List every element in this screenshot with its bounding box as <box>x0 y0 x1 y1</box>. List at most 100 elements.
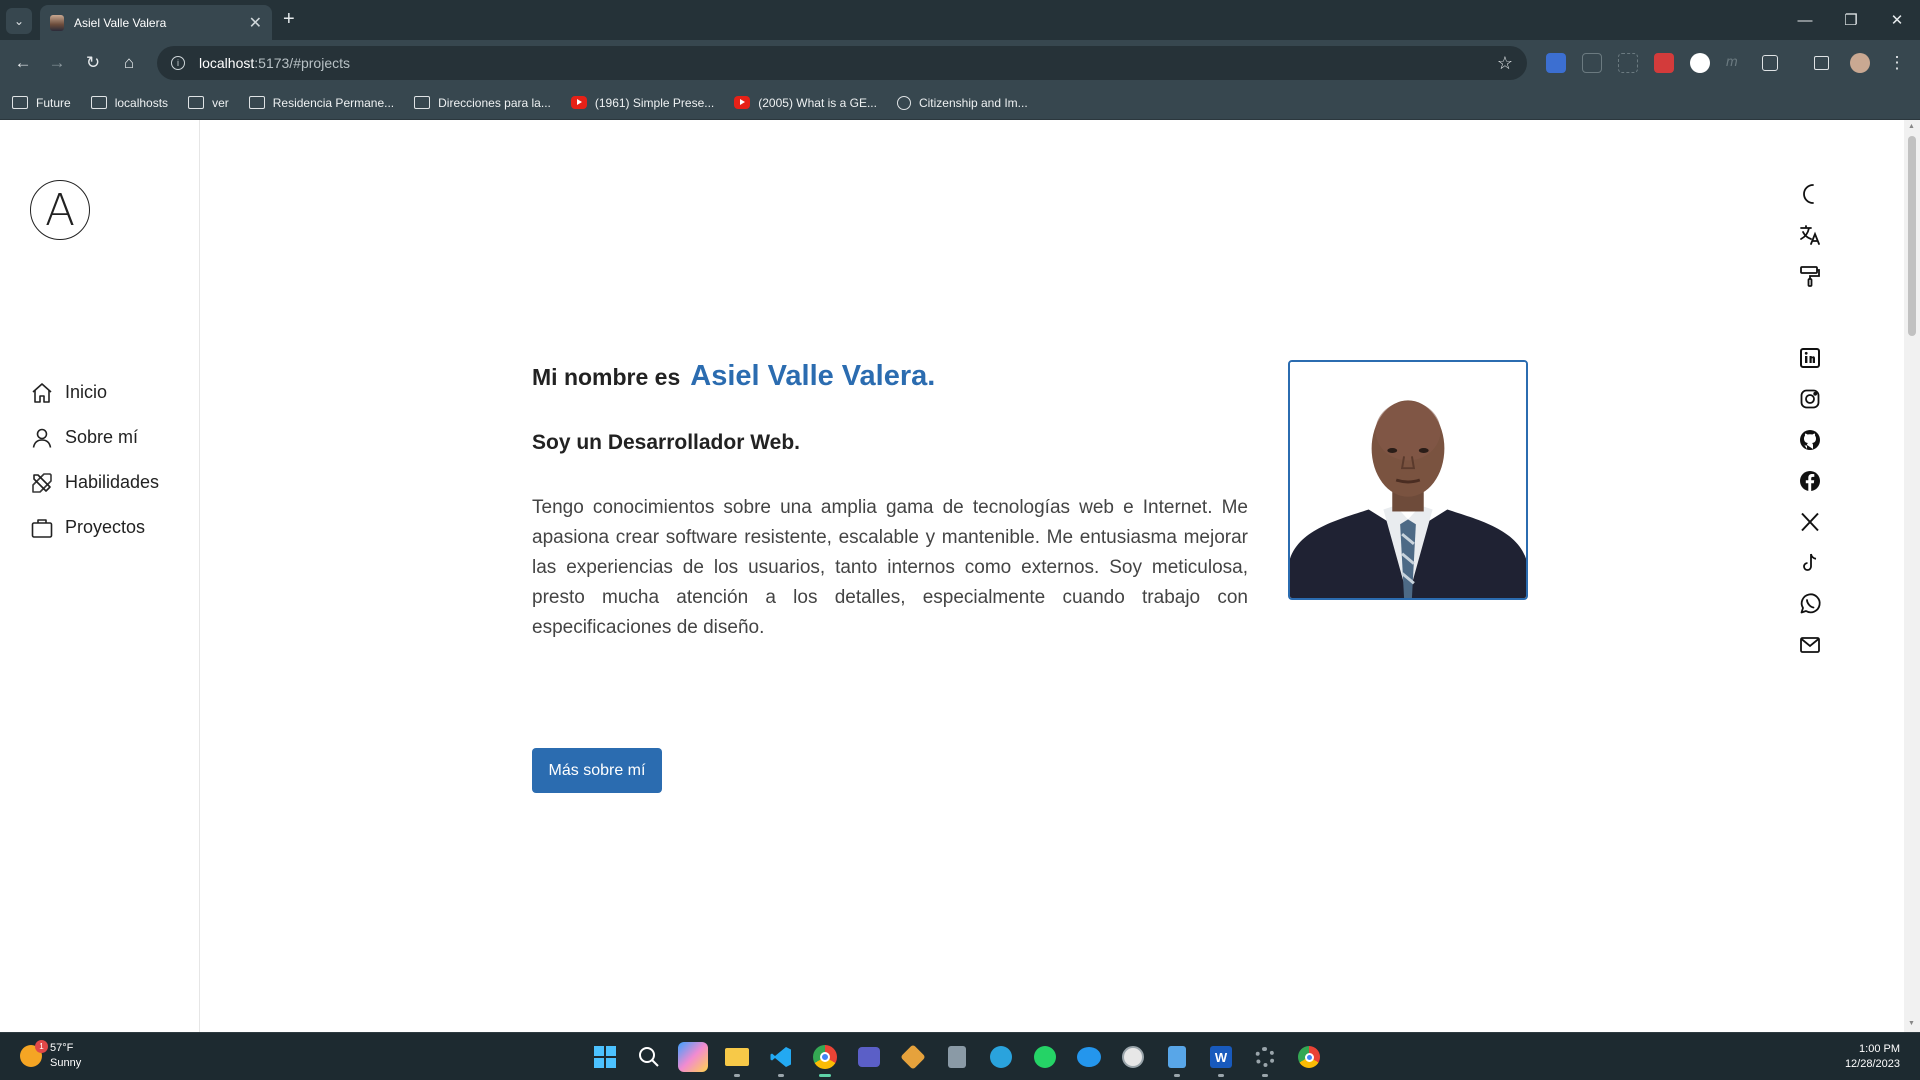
hero-bio: Tengo conocimientos sobre una amplia gam… <box>532 497 1248 638</box>
extensions-puzzle-icon[interactable] <box>1762 55 1778 71</box>
user-icon <box>32 428 52 448</box>
folder-icon <box>12 96 28 109</box>
hero-name: Asiel Valle Valera. <box>690 360 936 392</box>
tab-favicon <box>50 14 64 31</box>
tab-close-icon[interactable]: ✕ <box>249 13 262 33</box>
new-tab-button[interactable]: + <box>283 9 295 29</box>
bookmark-item[interactable]: Residencia Permane... <box>248 96 394 110</box>
extension-icon[interactable]: m <box>1726 53 1746 73</box>
taskbar-apps: W <box>590 1042 1338 1077</box>
chrome-alt-icon[interactable] <box>1294 1042 1324 1072</box>
hero-greeting: Mi nombre es <box>532 364 681 390</box>
browser-toolbar: ← → ↻ ⌂ i localhost:5173/#projects ☆ m ⋮ <box>0 40 1920 86</box>
address-bar[interactable]: i localhost:5173/#projects ☆ <box>157 46 1527 80</box>
clock-time: 1:00 PM <box>1859 1043 1900 1055</box>
whatsapp-app-icon[interactable] <box>1030 1042 1060 1072</box>
forward-icon[interactable]: → <box>46 52 68 74</box>
clock-date: 12/28/2023 <box>1844 1058 1900 1070</box>
bookmark-item[interactable]: Direcciones para la... <box>414 96 551 110</box>
bookmark-item[interactable]: (2005) What is a GE... <box>734 96 877 110</box>
notepad-icon[interactable] <box>1162 1042 1192 1077</box>
page-scrollbar[interactable]: ▲ ▼ <box>1904 120 1920 1032</box>
side-panel-icon[interactable] <box>1814 56 1829 70</box>
tools-icon <box>32 472 52 493</box>
teams-icon[interactable] <box>854 1042 884 1072</box>
scrollbar-thumb[interactable] <box>1908 136 1916 336</box>
bookmark-star-icon[interactable]: ☆ <box>1497 53 1513 74</box>
youtube-icon <box>734 96 751 109</box>
translate-icon[interactable] <box>1796 221 1824 249</box>
word-icon[interactable]: W <box>1206 1042 1236 1077</box>
tab-search-button[interactable]: ⌄ <box>6 8 32 34</box>
page-viewport: A Inicio Sobre mí Habilidades Proyectos … <box>0 120 1920 1032</box>
bookmark-item[interactable]: ver <box>188 96 229 110</box>
chrome-icon[interactable] <box>810 1042 840 1077</box>
instagram-icon[interactable] <box>1796 385 1824 413</box>
reload-icon[interactable]: ↻ <box>82 52 104 74</box>
translate-extension-icon[interactable] <box>1546 53 1566 73</box>
moon-icon[interactable] <box>1796 180 1824 208</box>
browser-tab-strip: ⌄ Asiel Valle Valera ✕ + — ❐ ✕ <box>0 0 1920 40</box>
extension-icon[interactable] <box>1582 53 1602 73</box>
nav-item-proyectos[interactable]: Proyectos <box>30 505 159 550</box>
weather-widget[interactable]: 1 57°F Sunny <box>20 1040 81 1071</box>
weather-temperature: 57°F <box>50 1042 74 1054</box>
folder-icon <box>188 96 205 109</box>
mail-icon[interactable] <box>1796 631 1824 659</box>
menu-kebab-icon[interactable]: ⋮ <box>1886 52 1908 74</box>
bookmark-item[interactable]: localhosts <box>90 96 168 110</box>
whatsapp-icon[interactable] <box>1796 590 1824 618</box>
home-icon <box>32 382 52 403</box>
calculator-icon[interactable] <box>942 1042 972 1072</box>
vscode-icon[interactable] <box>766 1042 796 1077</box>
more-about-me-button[interactable]: Más sobre mí <box>532 748 662 793</box>
notification-badge: 1 <box>35 1040 48 1053</box>
paint-roller-icon[interactable] <box>1796 262 1824 290</box>
browser-tab[interactable]: Asiel Valle Valera ✕ <box>40 5 272 40</box>
github-icon[interactable] <box>1796 426 1824 454</box>
linkedin-icon[interactable] <box>1796 344 1824 372</box>
site-logo[interactable]: A <box>30 180 90 240</box>
search-icon[interactable] <box>634 1042 664 1072</box>
extension-icon[interactable] <box>1654 53 1674 73</box>
youtube-icon <box>570 96 587 109</box>
system-clock[interactable]: 1:00 PM 12/28/2023 <box>1845 1042 1900 1072</box>
tab-title: Asiel Valle Valera <box>74 15 167 30</box>
nav-item-inicio[interactable]: Inicio <box>30 370 159 415</box>
url-path: :5173/#projects <box>254 55 350 71</box>
git-icon[interactable] <box>898 1042 928 1072</box>
copilot-icon[interactable] <box>678 1042 708 1072</box>
restore-button[interactable]: ❐ <box>1828 0 1874 40</box>
telegram-icon[interactable] <box>986 1042 1016 1072</box>
close-window-button[interactable]: ✕ <box>1874 0 1920 40</box>
sun-icon: 1 <box>20 1040 48 1067</box>
profile-photo <box>1288 360 1528 600</box>
tiktok-icon[interactable] <box>1796 549 1824 577</box>
bookmark-item[interactable]: Future <box>12 96 71 110</box>
back-icon[interactable]: ← <box>12 52 34 74</box>
url-host: localhost <box>199 55 255 71</box>
windows-start-icon[interactable] <box>590 1042 620 1072</box>
file-explorer-icon[interactable] <box>722 1042 752 1077</box>
profile-avatar[interactable] <box>1850 53 1870 73</box>
settings-icon[interactable] <box>1250 1042 1280 1077</box>
site-info-icon[interactable]: i <box>171 56 185 70</box>
extension-icon[interactable] <box>1690 53 1710 73</box>
windows-taskbar: 1 57°F Sunny W 1:00 PM 12/28/2023 <box>0 1032 1920 1080</box>
scroll-down-icon[interactable]: ▼ <box>1908 1020 1915 1027</box>
nav-item-sobre-mi[interactable]: Sobre mí <box>30 415 159 460</box>
facebook-icon[interactable] <box>1796 467 1824 495</box>
nav-item-habilidades[interactable]: Habilidades <box>30 460 159 505</box>
nav-item-label: Inicio <box>65 382 108 402</box>
bookmark-item[interactable]: Citizenship and Im... <box>896 95 1028 110</box>
minimize-button[interactable]: — <box>1782 0 1828 40</box>
scroll-up-icon[interactable]: ▲ <box>1908 123 1915 130</box>
docker-icon[interactable] <box>1074 1042 1104 1072</box>
clock-app-icon[interactable] <box>1118 1042 1148 1072</box>
home-button-icon[interactable]: ⌂ <box>118 52 140 74</box>
extension-icon[interactable] <box>1618 53 1638 73</box>
x-icon[interactable] <box>1796 508 1824 536</box>
bookmark-item[interactable]: (1961) Simple Prese... <box>570 96 714 110</box>
uscis-icon <box>896 95 911 110</box>
folder-icon <box>90 96 107 109</box>
